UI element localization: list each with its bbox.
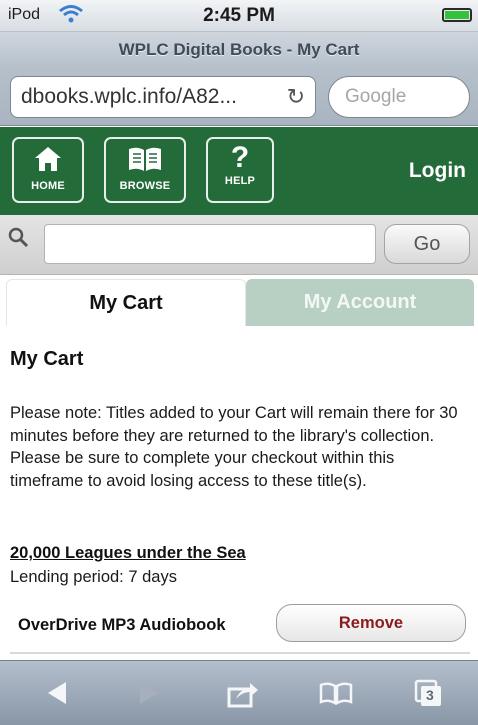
- catalog-search-bar: Go: [0, 215, 478, 275]
- cart-note: Please note: Titles added to your Cart w…: [10, 404, 458, 490]
- browse-button-label: BROWSE: [119, 180, 171, 192]
- reload-icon[interactable]: ↻: [287, 77, 305, 117]
- site-nav: HOME BROWSE ? HELP Login: [0, 127, 478, 215]
- battery-icon: [442, 8, 472, 22]
- search-icon: [8, 227, 30, 254]
- home-button[interactable]: HOME: [12, 137, 84, 203]
- address-bar: dbooks.wplc.info/A82... ↻ Google: [0, 68, 478, 126]
- help-button[interactable]: ? HELP: [206, 137, 274, 203]
- divider: [10, 652, 470, 654]
- login-link[interactable]: Login: [409, 159, 466, 183]
- url-field[interactable]: dbooks.wplc.info/A82... ↻: [10, 76, 316, 118]
- page-title: My Cart: [10, 348, 84, 370]
- help-icon: ?: [230, 141, 250, 174]
- forward-arrow-icon[interactable]: [136, 679, 162, 712]
- browser-page-title: WPLC Digital Books - My Cart: [0, 32, 478, 68]
- account-tabs: My Cart My Account: [0, 276, 478, 326]
- go-button[interactable]: Go: [384, 224, 470, 264]
- open-tabs-count: 3: [426, 687, 434, 703]
- tabs-icon[interactable]: 3: [414, 679, 444, 714]
- remove-button[interactable]: Remove: [276, 604, 466, 642]
- browser-toolbar: 3: [0, 660, 478, 725]
- search-input[interactable]: [44, 224, 376, 264]
- clock: 2:45 PM: [203, 5, 275, 26]
- cart-item-title-link[interactable]: 20,000 Leagues under the Sea: [10, 544, 246, 563]
- lending-period: Lending period: 7 days: [10, 568, 177, 586]
- url-text: dbooks.wplc.info/A82...: [21, 85, 237, 108]
- help-button-label: HELP: [224, 175, 256, 187]
- share-icon[interactable]: [226, 679, 260, 714]
- tab-my-account[interactable]: My Account: [246, 279, 474, 326]
- home-button-label: HOME: [31, 180, 65, 192]
- bookmarks-icon[interactable]: [318, 679, 354, 712]
- tab-my-cart[interactable]: My Cart: [6, 279, 246, 326]
- browser-search-field[interactable]: Google: [328, 76, 470, 118]
- item-format: OverDrive MP3 Audiobook: [18, 616, 226, 634]
- back-arrow-icon[interactable]: [44, 679, 70, 712]
- cart-content: My Cart Please note: Titles added to you…: [0, 326, 478, 658]
- book-icon: [106, 145, 184, 178]
- browse-button[interactable]: BROWSE: [104, 137, 186, 203]
- status-bar: iPod 2:45 PM: [0, 0, 478, 32]
- home-icon: [14, 145, 82, 178]
